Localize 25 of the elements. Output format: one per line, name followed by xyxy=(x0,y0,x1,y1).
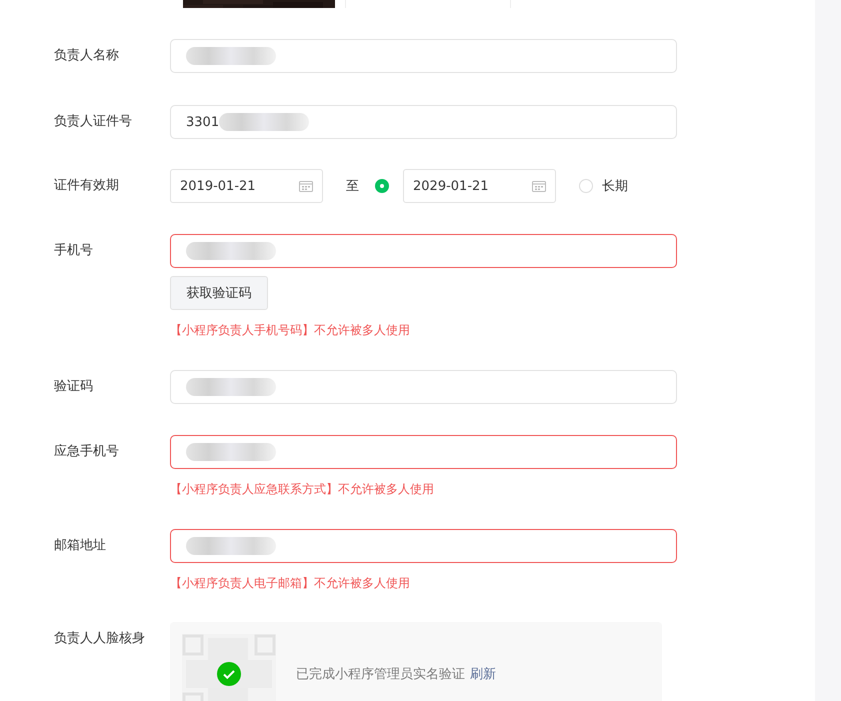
status-text: 已完成小程序管理员实名验证 xyxy=(296,666,465,683)
radio-button[interactable] xyxy=(375,179,389,193)
calendar-icon xyxy=(299,180,313,192)
date-field[interactable]: 2029-01-21 xyxy=(403,169,556,203)
refresh-link[interactable]: 刷新 xyxy=(470,665,496,683)
input-field[interactable]: 3301 xyxy=(170,105,677,139)
field-label: 负责人人脸核身 xyxy=(54,630,146,648)
field-label: 负责人名称 xyxy=(54,47,120,65)
radio-label: 长期 xyxy=(602,178,628,195)
input-field[interactable] xyxy=(170,529,677,563)
field-label: 手机号 xyxy=(54,242,94,260)
error-message: 【小程序负责人手机号码】不允许被多人使用 xyxy=(170,322,410,339)
error-message: 【小程序负责人应急联系方式】不允许被多人使用 xyxy=(170,481,434,498)
field-label: 验证码 xyxy=(54,378,94,396)
calendar-icon xyxy=(532,180,546,192)
range-separator: 至 xyxy=(346,178,359,195)
get-code-button[interactable]: 获取验证码 xyxy=(170,276,268,310)
input-field[interactable] xyxy=(170,234,677,268)
error-message: 【小程序负责人电子邮箱】不允许被多人使用 xyxy=(170,575,410,592)
field-label: 邮箱地址 xyxy=(54,537,107,555)
field-label: 证件有效期 xyxy=(54,177,120,195)
date-field[interactable]: 2019-01-21 xyxy=(170,169,323,203)
field-label: 应急手机号 xyxy=(54,443,120,461)
input-field[interactable] xyxy=(170,435,677,469)
field-label: 负责人证件号 xyxy=(54,113,133,131)
